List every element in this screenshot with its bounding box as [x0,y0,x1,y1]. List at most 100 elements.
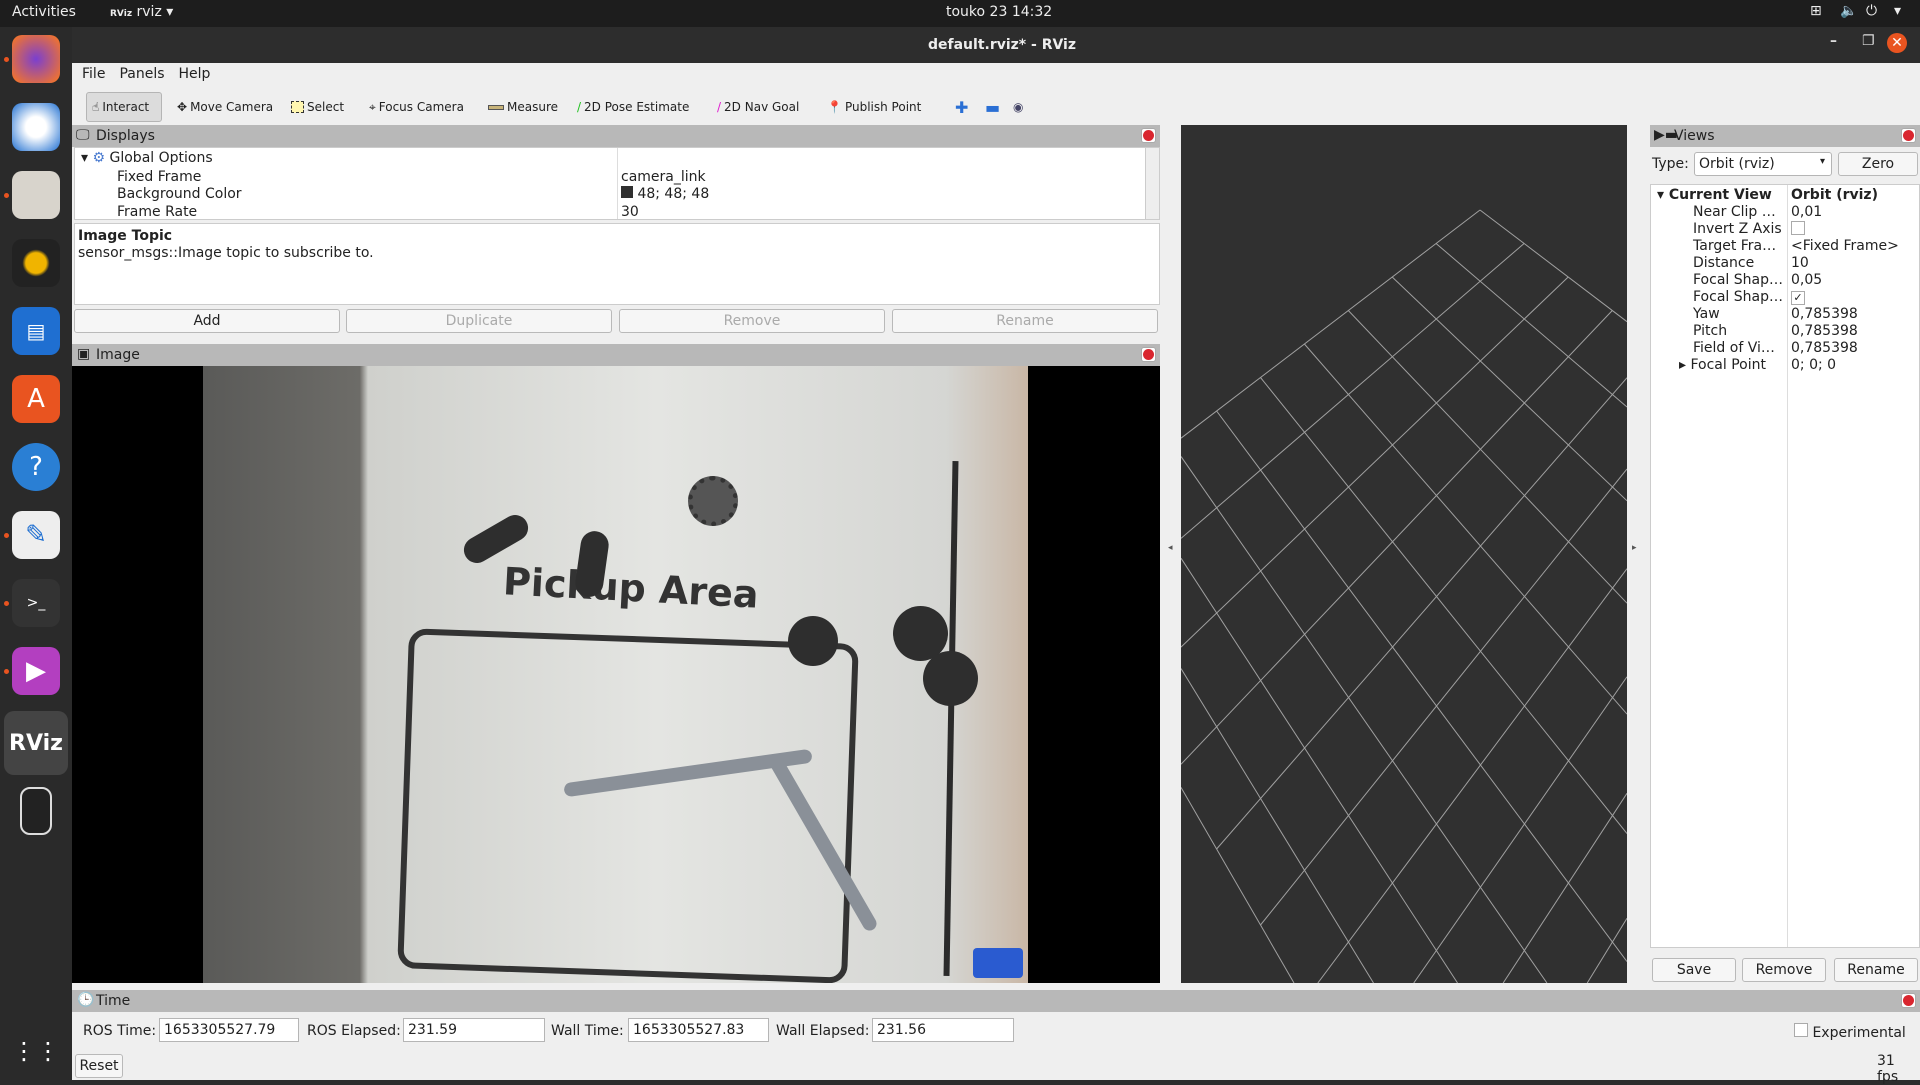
background-color-value[interactable]: 48; 48; 48 [621,186,709,202]
experimental-checkbox[interactable]: Experimental [1794,1023,1906,1041]
tool-2d-pose-estimate[interactable]: /2D Pose Estimate [572,92,694,122]
grid-line [1260,468,1627,926]
power-icon[interactable]: ⏻ [1866,3,1877,19]
tool-label: Focus Camera [378,100,464,114]
clock[interactable]: touko 23 14:32 [946,4,1052,20]
remove-display-button[interactable]: Remove [619,309,885,333]
collapse-right-handle[interactable]: ▸ [1632,543,1637,553]
volume-icon[interactable]: 🔈 [1840,3,1857,19]
checkbox [1794,1023,1808,1037]
add-display-button[interactable]: Add [74,309,340,333]
maximize-button[interactable]: ❐ [1862,33,1875,49]
prop-checkbox[interactable]: ✓ [1791,289,1805,305]
property-description: Image Topic sensor_msgs::Image topic to … [74,223,1160,305]
menu-panels[interactable]: Panels [119,66,164,82]
tool-move-camera[interactable]: ✥ Move Camera [172,92,278,122]
minimize-button[interactable]: – [1830,33,1837,49]
tool-select[interactable]: Select [286,92,349,122]
prop-value: Orbit (rviz) [1791,187,1878,203]
rhythmbox-icon[interactable] [12,239,60,287]
wall-time-field[interactable]: 1653305527.83 [628,1018,769,1042]
usb-drive-icon[interactable] [20,787,52,835]
fps-readout: 31 fps [1877,1053,1899,1085]
plus-icon: ✚ [955,97,969,117]
checkbox [1791,221,1805,235]
prop-value[interactable]: 0,01 [1791,204,1822,220]
video-player-icon[interactable]: ▶ [12,647,60,695]
duplicate-display-button[interactable]: Duplicate [346,309,612,333]
software-icon[interactable]: A [12,375,60,423]
view-type-select[interactable]: Orbit (rviz) ▾ [1694,152,1832,176]
close-panel-button[interactable] [1901,993,1916,1008]
menu-help[interactable]: Help [179,66,211,82]
tool-interact[interactable]: ☝ Interact [86,92,162,122]
prop-value[interactable]: 10 [1791,255,1809,271]
remove-view-button[interactable]: Remove [1742,958,1826,982]
add-tool-button[interactable]: ✚ [950,92,973,122]
tree-scrollbar[interactable] [1145,148,1159,219]
system-menu-arrow-icon[interactable]: ▾ [1894,3,1901,19]
tool-2d-nav-goal[interactable]: /2D Nav Goal [712,92,804,122]
grid-line [1181,668,1374,983]
camera-image-view[interactable]: Pickup Area [72,366,1160,983]
close-panel-button[interactable] [1141,128,1156,143]
help-icon[interactable]: ? [12,443,60,491]
ros-elapsed-field[interactable]: 231.59 [403,1018,545,1042]
tool-publish-point[interactable]: 📍 Publish Point [822,92,926,122]
firefox-icon[interactable] [12,35,60,83]
tool-focus-camera[interactable]: ⌖ Focus Camera [364,92,469,122]
close-panel-button[interactable] [1901,128,1916,143]
running-indicator [4,57,9,62]
prop-value[interactable]: 0,785398 [1791,306,1858,322]
wall-elapsed-field[interactable]: 231.56 [872,1018,1014,1042]
tree-item-global-options[interactable]: ▾ ⚙ Global Options [81,150,213,166]
prop-value[interactable]: 0,785398 [1791,323,1858,339]
show-apps-icon[interactable]: ⋮⋮ [12,1027,60,1075]
rviz-icon[interactable]: RViz [4,711,68,775]
network-icon[interactable]: ⊞ [1810,3,1822,19]
3d-render-view[interactable] [1181,125,1627,983]
prop-name: Yaw [1693,306,1720,322]
close-panel-button[interactable] [1141,347,1156,362]
type-label: Type: [1652,156,1689,172]
ros-elapsed-label: ROS Elapsed: [307,1023,401,1039]
tool-label: Measure [507,100,558,114]
rename-display-button[interactable]: Rename [892,309,1158,333]
writer-icon[interactable]: ▤ [12,307,60,355]
collapse-left-handle[interactable]: ◂ [1168,543,1173,553]
text-editor-icon[interactable]: ✎ [12,511,60,559]
image-panel-header: ▣ Image [72,344,1160,366]
prop-name: Focal Shap… [1693,289,1783,305]
reset-button[interactable]: Reset [75,1054,123,1078]
prop-value[interactable]: 0,05 [1791,272,1822,288]
rename-view-button[interactable]: Rename [1834,958,1918,982]
displays-tree: ▾ ⚙ Global Options Fixed Frame camera_li… [74,147,1160,220]
menu-file[interactable]: File [82,66,105,82]
zero-button[interactable]: Zero [1838,152,1918,176]
close-button[interactable]: ✕ [1887,33,1907,53]
ros-time-field[interactable]: 1653305527.79 [159,1018,299,1042]
description-text: sensor_msgs::Image topic to subscribe to… [78,245,374,261]
activities-button[interactable]: Activities [12,4,76,20]
thunderbird-icon[interactable] [12,103,60,151]
close-icon [1143,349,1154,360]
move-camera-icon: ✥ [177,100,188,114]
camera-type-button[interactable]: ◉ [1008,92,1028,122]
save-view-button[interactable]: Save [1652,958,1736,982]
remove-tool-button[interactable]: ▬ [980,92,1005,122]
tool-measure[interactable]: Measure [483,92,563,122]
prop-name: Field of Vi… [1693,340,1775,356]
app-menu[interactable]: RViz rviz ▾ [110,4,173,20]
tree-item-current-view[interactable]: ▾ Current View [1657,187,1772,203]
fixed-frame-value[interactable]: camera_link [621,169,706,185]
files-icon[interactable] [12,171,60,219]
prop-value[interactable]: 0,785398 [1791,340,1858,356]
frame-rate-value[interactable]: 30 [621,204,639,219]
prop-checkbox[interactable] [1791,221,1805,239]
views-panel-header: ▶▬ Views [1650,125,1920,147]
prop-value[interactable]: <Fixed Frame> [1791,238,1899,254]
prop-name: Frame Rate [117,204,198,220]
terminal-icon[interactable]: >_ [12,579,60,627]
prop-name: Fixed Frame [117,169,202,185]
prop-value[interactable]: 0; 0; 0 [1791,357,1836,373]
